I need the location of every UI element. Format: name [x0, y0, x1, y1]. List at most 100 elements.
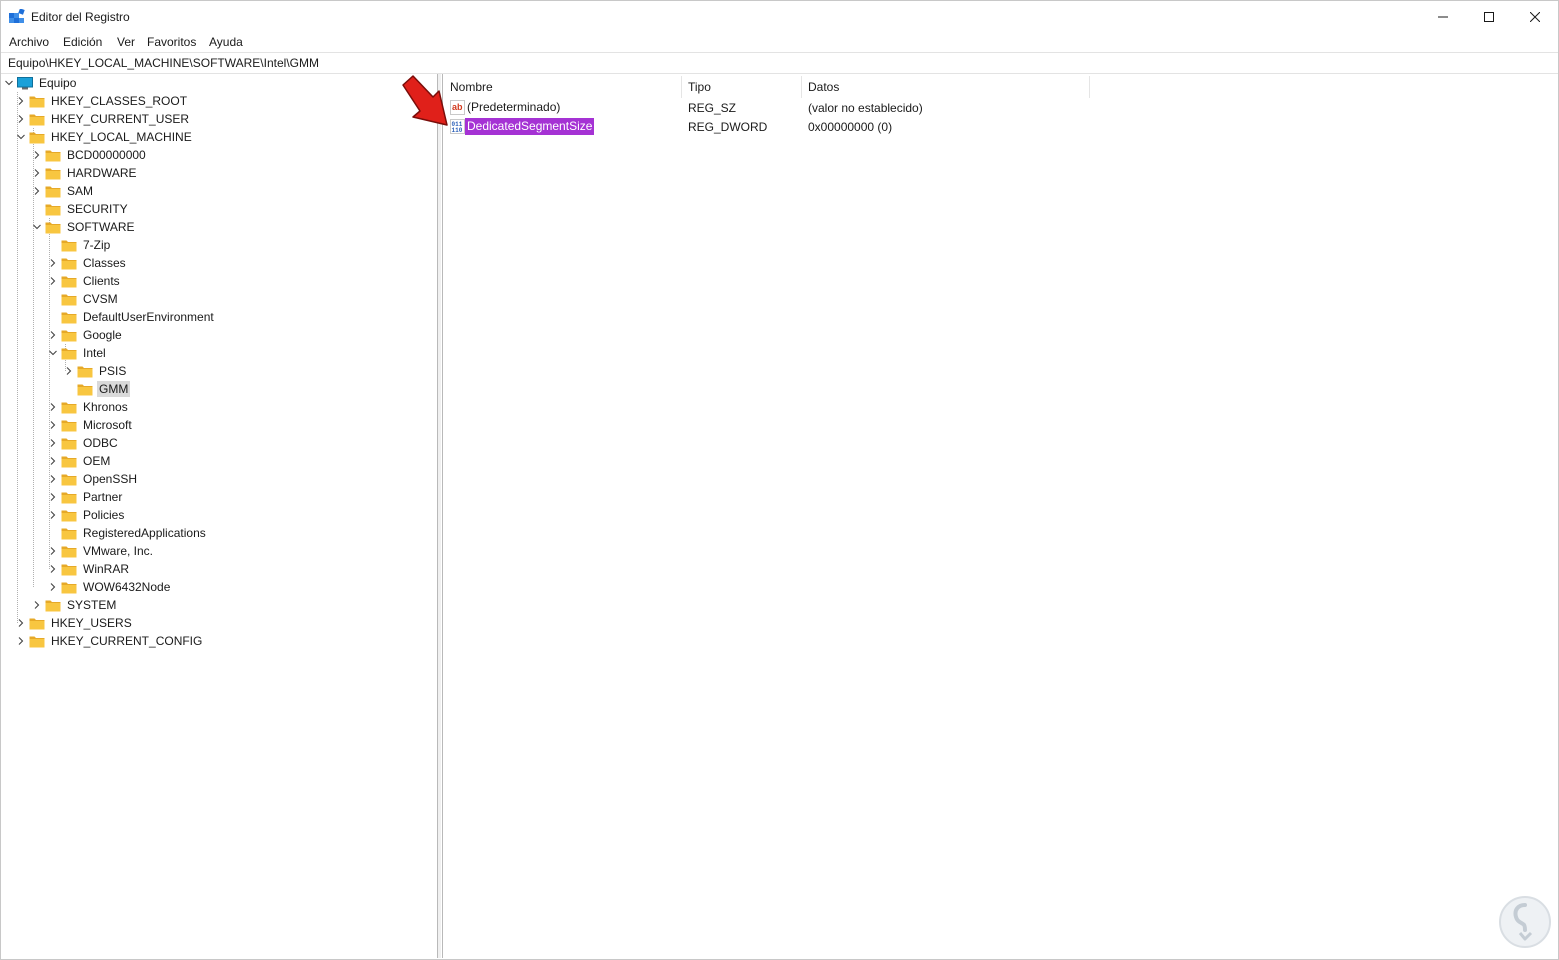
tree-item[interactable]: SOFTWARE [31, 218, 137, 236]
title-bar[interactable]: Editor del Registro [1, 1, 1558, 32]
tree-expander[interactable] [47, 578, 59, 596]
tree-item[interactable]: OpenSSH [47, 470, 139, 488]
menu-ayuda[interactable]: Ayuda [209, 35, 243, 49]
column-header-nombre[interactable]: Nombre [443, 76, 681, 98]
address-path[interactable]: Equipo\HKEY_LOCAL_MACHINE\SOFTWARE\Intel… [8, 56, 319, 70]
tree-item[interactable]: HKEY_LOCAL_MACHINE [15, 128, 194, 146]
tree-item[interactable]: HKEY_USERS [15, 614, 134, 632]
tree-expander[interactable] [47, 344, 59, 362]
chevron-right-icon[interactable] [49, 583, 57, 591]
tree-expander[interactable] [47, 272, 59, 290]
chevron-right-icon[interactable] [49, 259, 57, 267]
column-header-datos[interactable]: Datos [801, 76, 1089, 98]
tree-expander[interactable] [47, 488, 59, 506]
chevron-down-icon[interactable] [33, 223, 41, 231]
chevron-down-icon[interactable] [5, 79, 13, 87]
chevron-right-icon[interactable] [49, 277, 57, 285]
tree-expander[interactable] [47, 254, 59, 272]
column-separator[interactable] [1089, 76, 1090, 98]
tree-item[interactable]: HKEY_CURRENT_USER [15, 110, 191, 128]
column-header-tipo[interactable]: Tipo [681, 76, 801, 98]
tree-expander[interactable] [47, 560, 59, 578]
menu-edicion[interactable]: Edición [63, 35, 102, 49]
chevron-right-icon[interactable] [33, 601, 41, 609]
tree-expander[interactable] [15, 614, 27, 632]
chevron-right-icon[interactable] [17, 619, 25, 627]
tree-item[interactable]: Khronos [47, 398, 130, 416]
chevron-down-icon[interactable] [49, 349, 57, 357]
tree-item[interactable]: VMware, Inc. [47, 542, 155, 560]
tree-item[interactable]: HKEY_CLASSES_ROOT [15, 92, 189, 110]
tree-item[interactable]: WOW6432Node [47, 578, 172, 596]
chevron-right-icon[interactable] [49, 565, 57, 573]
pane-splitter[interactable] [438, 74, 441, 958]
minimize-button[interactable] [1420, 1, 1466, 32]
tree-expander[interactable] [47, 416, 59, 434]
chevron-right-icon[interactable] [49, 331, 57, 339]
value-name[interactable]: (Predeterminado) [465, 99, 562, 116]
tree-item[interactable]: SECURITY [31, 200, 130, 218]
address-bar[interactable]: Equipo\HKEY_LOCAL_MACHINE\SOFTWARE\Intel… [1, 52, 1558, 74]
tree-expander[interactable] [47, 470, 59, 488]
tree-expander[interactable] [47, 542, 59, 560]
tree-expander[interactable] [15, 128, 27, 146]
tree-expander[interactable] [15, 110, 27, 128]
menu-favoritos[interactable]: Favoritos [147, 35, 196, 49]
chevron-right-icon[interactable] [49, 457, 57, 465]
tree-expander[interactable] [31, 218, 43, 236]
value-row[interactable]: ab (Predeterminado) REG_SZ (valor no est… [443, 99, 1443, 118]
tree-item[interactable]: GMM [63, 380, 131, 398]
tree-expander[interactable] [31, 164, 43, 182]
values-list-pane[interactable]: Nombre Tipo Datos ab (Predeterminado) RE… [442, 74, 1558, 958]
tree-item[interactable]: BCD00000000 [31, 146, 148, 164]
tree-expander[interactable] [47, 398, 59, 416]
chevron-right-icon[interactable] [33, 187, 41, 195]
tree-expander[interactable] [3, 74, 15, 92]
tree-item[interactable]: RegisteredApplications [47, 524, 208, 542]
tree-item[interactable]: CVSM [47, 290, 120, 308]
chevron-right-icon[interactable] [49, 421, 57, 429]
tree-expander[interactable] [31, 146, 43, 164]
tree-item[interactable]: Clients [47, 272, 122, 290]
tree-item[interactable]: Microsoft [47, 416, 134, 434]
tree-expander[interactable] [31, 182, 43, 200]
value-name[interactable]: DedicatedSegmentSize [465, 118, 595, 135]
tree-item[interactable]: PSIS [63, 362, 128, 380]
tree-item[interactable]: SYSTEM [31, 596, 118, 614]
tree-expander[interactable] [15, 632, 27, 650]
tree-item[interactable]: Intel [47, 344, 108, 362]
chevron-right-icon[interactable] [49, 493, 57, 501]
chevron-right-icon[interactable] [17, 115, 25, 123]
chevron-down-icon[interactable] [17, 133, 25, 141]
chevron-right-icon[interactable] [17, 97, 25, 105]
maximize-button[interactable] [1466, 1, 1512, 32]
tree-expander[interactable] [63, 362, 75, 380]
chevron-right-icon[interactable] [17, 637, 25, 645]
key-tree-pane[interactable]: Equipo HKEY_CLASSES_ROOT HKEY_CURRENT_USER… [3, 74, 438, 958]
tree-expander[interactable] [47, 506, 59, 524]
menu-archivo[interactable]: Archivo [9, 35, 49, 49]
tree-expander[interactable] [31, 596, 43, 614]
tree-item[interactable]: DefaultUserEnvironment [47, 308, 216, 326]
tree-expander[interactable] [47, 326, 59, 344]
tree-item[interactable]: Classes [47, 254, 128, 272]
chevron-right-icon[interactable] [49, 547, 57, 555]
tree-item[interactable]: Google [47, 326, 124, 344]
tree-item[interactable]: WinRAR [47, 560, 131, 578]
chevron-right-icon[interactable] [49, 403, 57, 411]
tree-item[interactable]: HARDWARE [31, 164, 139, 182]
tree-item[interactable]: HKEY_CURRENT_CONFIG [15, 632, 204, 650]
chevron-right-icon[interactable] [33, 169, 41, 177]
close-button[interactable] [1512, 1, 1558, 32]
chevron-right-icon[interactable] [49, 475, 57, 483]
tree-expander[interactable] [47, 434, 59, 452]
tree-item[interactable]: OEM [47, 452, 112, 470]
tree-item[interactable]: Policies [47, 506, 126, 524]
tree-expander[interactable] [47, 452, 59, 470]
chevron-right-icon[interactable] [49, 439, 57, 447]
tree-item[interactable]: ODBC [47, 434, 120, 452]
chevron-right-icon[interactable] [49, 511, 57, 519]
tree-item[interactable]: 7-Zip [47, 236, 112, 254]
tree-item[interactable]: SAM [31, 182, 95, 200]
chevron-right-icon[interactable] [33, 151, 41, 159]
